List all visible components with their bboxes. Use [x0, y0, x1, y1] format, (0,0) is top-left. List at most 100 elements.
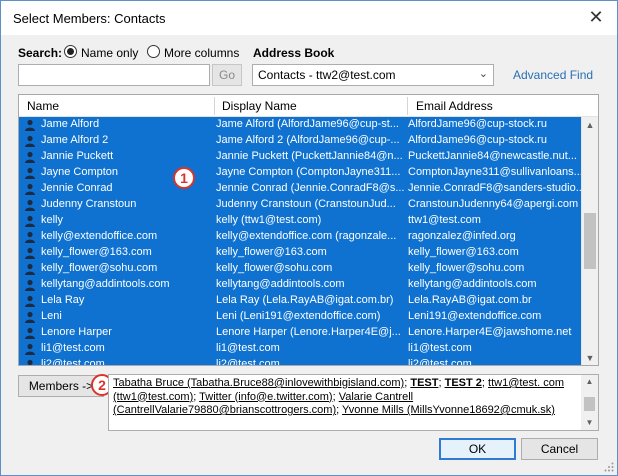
- cell-display-name: Jennie Conrad (Jennie.ConradF8@s...: [216, 182, 405, 194]
- contacts-scrollbar[interactable]: ▲ ▼: [581, 117, 598, 365]
- scroll-thumb[interactable]: [584, 213, 596, 269]
- cell-display-name: Leni (Leni191@extendoffice.com): [216, 310, 381, 322]
- column-header-display-name[interactable]: Display Name: [222, 99, 297, 113]
- ok-button[interactable]: OK: [439, 438, 516, 460]
- search-input[interactable]: [18, 64, 210, 86]
- cell-name: kelly_flower@163.com: [41, 246, 152, 258]
- contact-person-icon: [25, 327, 35, 339]
- scroll-up-icon[interactable]: ▲: [581, 375, 598, 389]
- cell-display-name: Judenny Cranstoun (CranstounJud...: [216, 198, 396, 210]
- select-members-dialog: Select Members: Contacts ✕ Search: Name …: [0, 0, 618, 476]
- scroll-down-icon[interactable]: ▼: [581, 416, 598, 430]
- radio-name-only[interactable]: [64, 45, 77, 58]
- dialog-title: Select Members: Contacts: [13, 11, 166, 26]
- table-row[interactable]: Judenny Cranstoun Judenny Cranstoun (Cran…: [19, 197, 581, 213]
- advanced-find-link[interactable]: Advanced Find: [513, 68, 593, 82]
- cell-name: kelly: [41, 214, 64, 226]
- cell-display-name: kelly (ttw1@test.com): [216, 214, 322, 226]
- cancel-button[interactable]: Cancel: [521, 438, 598, 460]
- table-row[interactable]: Jayne Compton Jayne Compton (ComptonJayne…: [19, 165, 581, 181]
- cell-email: kelly_flower@163.com: [408, 246, 519, 258]
- column-header-name[interactable]: Name: [27, 99, 59, 113]
- contact-person-icon: [27, 359, 33, 365]
- contact-person-icon: [25, 199, 35, 211]
- cell-email: AlfordJame96@cup-stock.ru: [408, 134, 547, 146]
- cell-email: Lela.RayAB@igat.com.br: [408, 294, 532, 306]
- contact-person-icon: [25, 119, 35, 131]
- cell-display-name: kelly_flower@163.com: [216, 246, 327, 258]
- table-row[interactable]: kelly kelly (ttw1@test.com) ttw1@test.com: [19, 213, 581, 229]
- contact-person-icon: [25, 167, 35, 179]
- contact-person-icon: [25, 135, 35, 147]
- cell-display-name: kelly_flower@sohu.com: [216, 262, 333, 274]
- scroll-thumb[interactable]: [584, 397, 595, 411]
- cell-email: li1@test.com: [408, 342, 472, 354]
- resize-grip-icon[interactable]: [604, 462, 614, 472]
- table-row[interactable]: Lenore Harper Lenore Harper (Lenore.Harpe…: [19, 325, 581, 341]
- radio-more-columns[interactable]: [147, 45, 160, 58]
- cell-name: li1@test.com: [41, 342, 105, 354]
- members-field[interactable]: Tabatha Bruce (Tabatha.Bruce88@inlovewit…: [108, 374, 599, 431]
- cell-email: ragonzalez@infed.org: [408, 230, 516, 242]
- table-row[interactable]: kelly@extendoffice.com kelly@extendoffice…: [19, 229, 581, 245]
- address-book-dropdown[interactable]: Contacts - ttw2@test.com ⌄: [252, 64, 494, 86]
- cell-name: Lela Ray: [41, 294, 85, 306]
- cell-name: Judenny Cranstoun: [41, 198, 137, 210]
- go-button[interactable]: Go: [212, 64, 242, 86]
- table-row[interactable]: Jame Alford 2 Jame Alford 2 (AlfordJame96…: [19, 133, 581, 149]
- cell-name: Lenore Harper: [41, 326, 112, 338]
- table-row[interactable]: li1@test.com li1@test.com li1@test.com: [19, 341, 581, 357]
- radio-more-columns-label[interactable]: More columns: [164, 46, 239, 60]
- table-row[interactable]: Leni Leni (Leni191@extendoffice.com) Leni1…: [19, 309, 581, 325]
- contact-person-icon: [25, 311, 35, 323]
- members-scrollbar[interactable]: ▲ ▼: [581, 375, 598, 430]
- cell-name: kelly_flower@sohu.com: [41, 262, 158, 274]
- cell-email: li2@test.com: [408, 358, 472, 366]
- member-entry[interactable]: Yvonne Mills (MillsYvonne18692@cmuk.sk): [342, 404, 555, 416]
- callout-1: 1: [173, 167, 195, 189]
- cell-email: ComptonJayne311@sullivanloans...: [408, 166, 581, 178]
- table-row[interactable]: Jame Alford Jame Alford (AlfordJame96@cup…: [19, 117, 581, 133]
- table-row[interactable]: Jannie Puckett Jannie Puckett (PuckettJan…: [19, 149, 581, 165]
- members-list: Tabatha Bruce (Tabatha.Bruce88@inlovewit…: [113, 377, 564, 416]
- contact-person-icon: [25, 247, 35, 259]
- member-entry[interactable]: Twitter (info@e.twitter.com): [199, 391, 332, 403]
- table-row[interactable]: Jennie Conrad Jennie Conrad (Jennie.Conra…: [19, 181, 581, 197]
- table-row[interactable]: kelly_flower@163.com kelly_flower@163.com…: [19, 245, 581, 261]
- member-entry[interactable]: TEST: [410, 377, 438, 389]
- cell-display-name: Lela Ray (Lela.RayAB@igat.com.br): [216, 294, 394, 306]
- close-icon[interactable]: ✕: [583, 5, 609, 29]
- cell-name: Leni: [41, 310, 62, 322]
- contacts-list: Name Display Name Email Address Jame Alf…: [18, 94, 599, 366]
- cell-email: Jennie.ConradF8@sanders-studio...: [408, 182, 581, 194]
- scroll-down-icon[interactable]: ▼: [582, 350, 598, 365]
- radio-name-only-label[interactable]: Name only: [81, 46, 138, 60]
- cell-email: CranstounJudenny64@apergi.com: [408, 198, 579, 210]
- member-entry[interactable]: TEST 2: [445, 377, 482, 389]
- column-header-email[interactable]: Email Address: [416, 99, 493, 113]
- cell-display-name: Jame Alford 2 (AlfordJame96@cup-...: [216, 134, 400, 146]
- cell-name: Jame Alford: [41, 118, 100, 130]
- scroll-up-icon[interactable]: ▲: [582, 117, 598, 133]
- table-row[interactable]: kelly_flower@sohu.com kelly_flower@sohu.c…: [19, 261, 581, 277]
- cell-email: AlfordJame96@cup-stock.ru: [408, 118, 547, 130]
- contact-person-icon: [25, 343, 35, 355]
- address-book-label: Address Book: [253, 46, 335, 60]
- cell-display-name: Jannie Puckett (PuckettJannie84@n...: [216, 150, 403, 162]
- contact-person-icon: [25, 151, 35, 163]
- table-row[interactable]: Lela Ray Lela Ray (Lela.RayAB@igat.com.br…: [19, 293, 581, 309]
- table-row[interactable]: li2@test.com li2@test.com li2@test.com: [19, 357, 581, 366]
- cell-email: Lenore.Harper4E@jawshome.net: [408, 326, 572, 338]
- cell-email: kellytang@addintools.com: [408, 278, 537, 290]
- contact-person-icon: [25, 295, 35, 307]
- member-entry[interactable]: Tabatha Bruce (Tabatha.Bruce88@inlovewit…: [113, 377, 404, 389]
- cell-email: Leni191@extendoffice.com: [408, 310, 542, 322]
- table-row[interactable]: kellytang@addintools.com kellytang@addint…: [19, 277, 581, 293]
- cell-display-name: kelly@extendoffice.com (ragonzale...: [216, 230, 397, 242]
- column-divider[interactable]: [214, 97, 215, 115]
- contact-person-icon: [25, 263, 35, 275]
- column-divider[interactable]: [407, 97, 408, 115]
- cell-email: kelly_flower@sohu.com: [408, 262, 525, 274]
- cell-display-name: li2@test.com: [216, 358, 280, 366]
- cell-display-name: Jame Alford (AlfordJame96@cup-st...: [216, 118, 399, 130]
